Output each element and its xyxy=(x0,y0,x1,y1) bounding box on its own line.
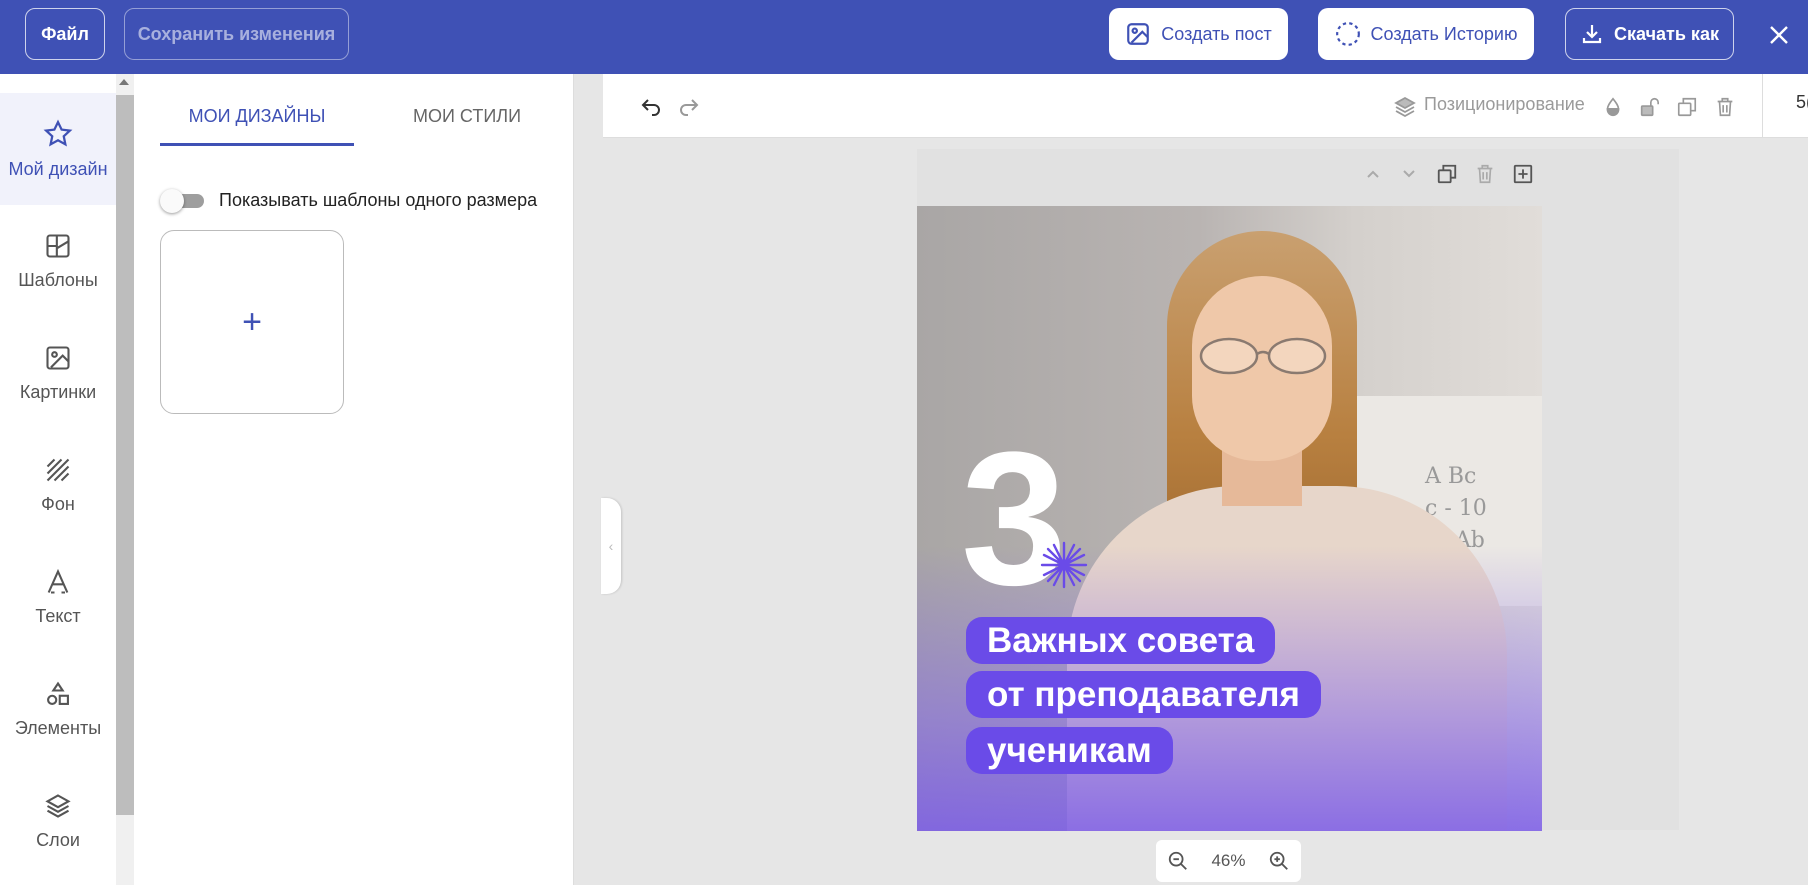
create-story-button[interactable]: Создать Историю xyxy=(1318,8,1534,60)
create-post-button[interactable]: Создать пост xyxy=(1109,8,1288,60)
zoom-out-icon[interactable] xyxy=(1167,850,1189,872)
positioning-layers-icon[interactable] xyxy=(1392,94,1418,120)
delete-page-icon[interactable] xyxy=(1472,161,1498,187)
headline-line-3[interactable]: ученикам xyxy=(966,727,1173,774)
create-story-label: Создать Историю xyxy=(1370,23,1518,44)
toggle-knob xyxy=(160,189,184,213)
undo-icon[interactable] xyxy=(638,94,664,120)
tab-my-styles[interactable]: МОИ СТИЛИ xyxy=(370,104,564,146)
zoom-bar: 46% xyxy=(1156,840,1301,882)
sidebar-scrollbar-thumb[interactable] xyxy=(116,95,134,815)
star-icon xyxy=(43,119,73,147)
sparkle-burst-icon[interactable] xyxy=(1040,541,1088,589)
opacity-icon[interactable] xyxy=(1600,94,1626,120)
sidebar-item-elements[interactable]: Элементы xyxy=(0,653,116,765)
image-icon xyxy=(1127,23,1150,45)
scroll-up-icon[interactable] xyxy=(119,79,129,85)
chevron-left-icon: ‹ xyxy=(608,538,614,554)
editor-toolbar xyxy=(603,74,1808,138)
sidebar-item-templates[interactable]: Шаблоны xyxy=(0,205,116,317)
sidebar-item-label: Мой дизайн xyxy=(8,158,108,179)
sidebar-item-background[interactable]: Фон xyxy=(0,429,116,541)
image-icon xyxy=(46,345,70,370)
tab-label: МОИ ДИЗАЙНЫ xyxy=(188,106,326,126)
download-icon xyxy=(1582,25,1602,44)
download-as-button[interactable]: Скачать как xyxy=(1565,8,1734,60)
duplicate-icon[interactable] xyxy=(1674,94,1700,120)
glasses-image xyxy=(1199,337,1327,375)
plus-icon: + xyxy=(242,302,262,341)
sidebar-item-label: Фон xyxy=(41,493,75,514)
add-design-button[interactable]: + xyxy=(160,230,344,414)
sidebar-item-label: Элементы xyxy=(14,717,102,738)
headline-line-text: Важных совета xyxy=(987,620,1255,660)
sidebar-item-label: Слои xyxy=(36,829,80,850)
background-stripes-icon xyxy=(46,458,70,481)
duplicate-page-icon[interactable] xyxy=(1434,161,1460,187)
sidebar-item-label: Картинки xyxy=(19,381,97,402)
template-icon xyxy=(46,233,70,258)
tab-label: МОИ СТИЛИ xyxy=(412,106,522,126)
file-menu-button[interactable]: Файл xyxy=(25,8,105,60)
unlock-icon[interactable] xyxy=(1636,94,1662,120)
dashed-circle-icon xyxy=(1335,22,1360,46)
save-changes-label: Сохранить изменения xyxy=(137,23,336,44)
top-bar: Файл Сохранить изменения Создать пост Со… xyxy=(0,0,1808,74)
add-page-icon[interactable] xyxy=(1510,161,1536,187)
sidebar-item-my-design[interactable]: Мой дизайн xyxy=(0,93,116,205)
layers-icon xyxy=(45,793,71,818)
tab-my-designs[interactable]: МОИ ДИЗАЙНЫ xyxy=(160,104,354,146)
headline-line-1[interactable]: Важных совета xyxy=(966,617,1276,664)
save-changes-button[interactable]: Сохранить изменения xyxy=(124,8,349,60)
same-size-toggle[interactable] xyxy=(160,189,204,213)
text-icon xyxy=(47,568,69,594)
shapes-icon xyxy=(47,681,69,705)
sidebar-item-images[interactable]: Картинки xyxy=(0,317,116,429)
move-page-up-icon[interactable] xyxy=(1360,161,1386,187)
same-size-toggle-label: Показывать шаблоны одного размера xyxy=(219,190,538,210)
file-menu-label: Файл xyxy=(41,23,89,44)
headline-line-2[interactable]: от преподавателя xyxy=(966,671,1321,718)
sidebar-item-layers[interactable]: Слои xyxy=(0,765,116,877)
sidebar-item-label: Шаблоны xyxy=(18,269,98,290)
sidebar-item-text[interactable]: Текст xyxy=(0,541,116,653)
redo-icon[interactable] xyxy=(676,94,702,120)
headline-line-text: ученикам xyxy=(987,730,1152,770)
panel-collapse-handle[interactable]: ‹ xyxy=(601,498,621,594)
positioning-label[interactable]: Позиционирование xyxy=(1424,94,1585,115)
design-canvas[interactable]: A Bc c - 10 Al Ab - b B 3 Важных совета … xyxy=(917,206,1542,831)
toolbar-overflow-text: 5( xyxy=(1796,92,1808,112)
delete-icon[interactable] xyxy=(1712,94,1738,120)
download-as-label: Скачать как xyxy=(1614,23,1719,44)
zoom-level: 46% xyxy=(1211,851,1246,870)
move-page-down-icon[interactable] xyxy=(1396,161,1422,187)
create-post-label: Создать пост xyxy=(1161,23,1272,44)
sidebar-rail: Мой дизайн Шаблоны Картинки Фон Текст Эл… xyxy=(0,74,116,885)
sidebar-item-label: Текст xyxy=(35,605,81,626)
close-icon[interactable] xyxy=(1762,18,1796,52)
toolbar-divider xyxy=(1762,74,1763,138)
zoom-in-icon[interactable] xyxy=(1268,850,1290,872)
headline-line-text: от преподавателя xyxy=(987,674,1300,714)
